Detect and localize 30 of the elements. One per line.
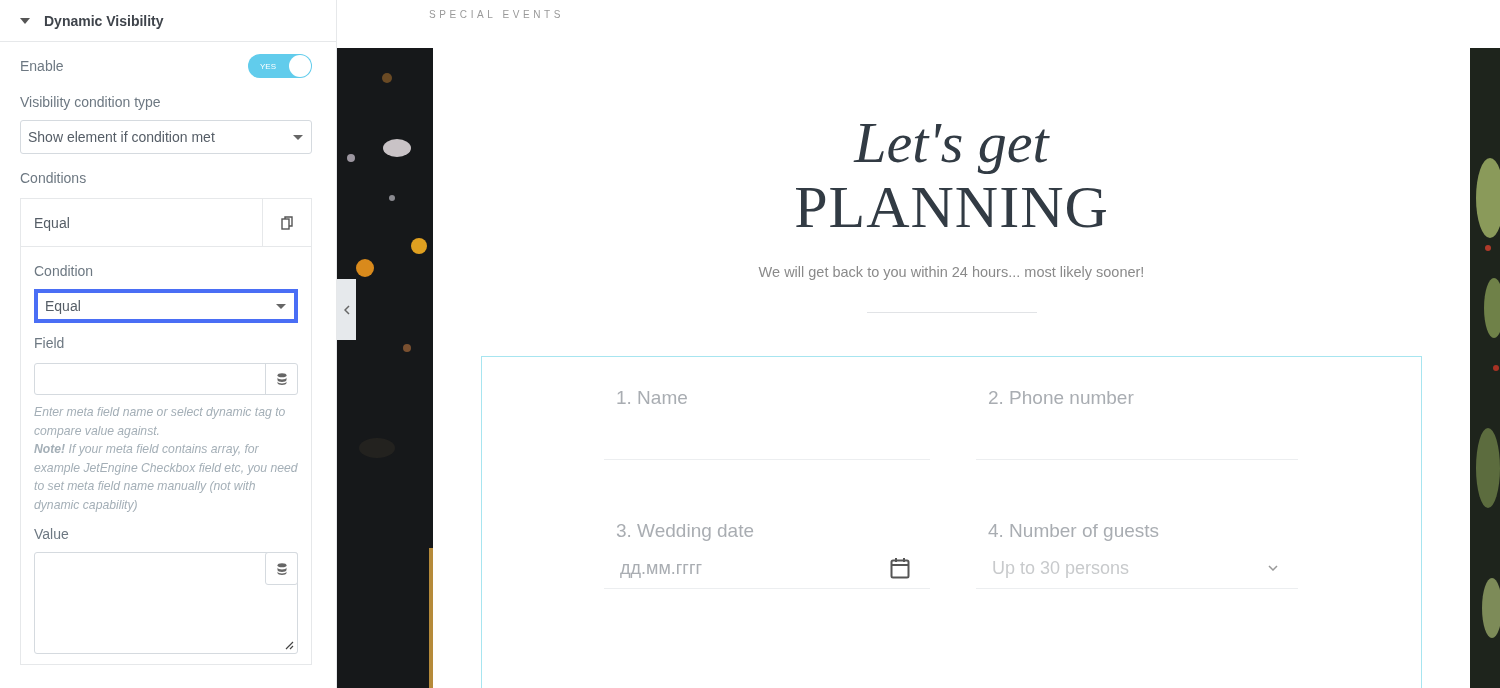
chevron-left-icon <box>343 304 350 315</box>
field-label: Field <box>34 335 66 351</box>
heading-caps: PLANNING <box>794 176 1109 238</box>
database-icon[interactable] <box>276 373 287 385</box>
condition-label: Condition <box>34 263 95 279</box>
field-input[interactable] <box>34 363 298 395</box>
form-field-label: 2. Phone number <box>987 387 1135 409</box>
help-text: Note! If your meta field contains array, for example JetEngine Checkbox field etc, you need to set meta field name manually (not with dynamic capability) <box>34 441 298 514</box>
chevron-down-icon <box>1268 565 1278 571</box>
visibility-type-label: Visibility condition type <box>20 94 162 110</box>
resize-handle-icon[interactable] <box>285 641 294 650</box>
subtitle: We will get back to you within 24 hours... most likely sooner! <box>758 264 1145 280</box>
value-label: Value <box>34 526 70 542</box>
form-field-label: 1. Name <box>615 387 689 409</box>
dropdown-arrow-icon <box>293 134 303 140</box>
conditions-label: Conditions <box>20 170 88 186</box>
section-title[interactable]: Dynamic Visibility <box>44 12 164 29</box>
visibility-type-select[interactable]: Show element if condition met <box>20 120 312 154</box>
database-icon[interactable] <box>276 562 287 575</box>
condition-item-title[interactable]: Equal <box>21 199 262 246</box>
enable-label: Enable <box>20 58 64 74</box>
heading-script: Let's get <box>854 110 1049 176</box>
duplicate-icon[interactable] <box>281 215 293 230</box>
dropdown-arrow-icon <box>276 303 286 309</box>
calendar-icon[interactable] <box>890 557 910 579</box>
brand-text: SPECIAL EVENTS <box>429 9 565 20</box>
form-field-label: 4. Number of guests <box>987 520 1161 542</box>
form-field-label: 3. Wedding date <box>615 520 756 542</box>
help-text: Enter meta field name or select dynamic tag to compare value against. <box>34 404 287 440</box>
condition-select[interactable]: Equal <box>34 289 298 323</box>
